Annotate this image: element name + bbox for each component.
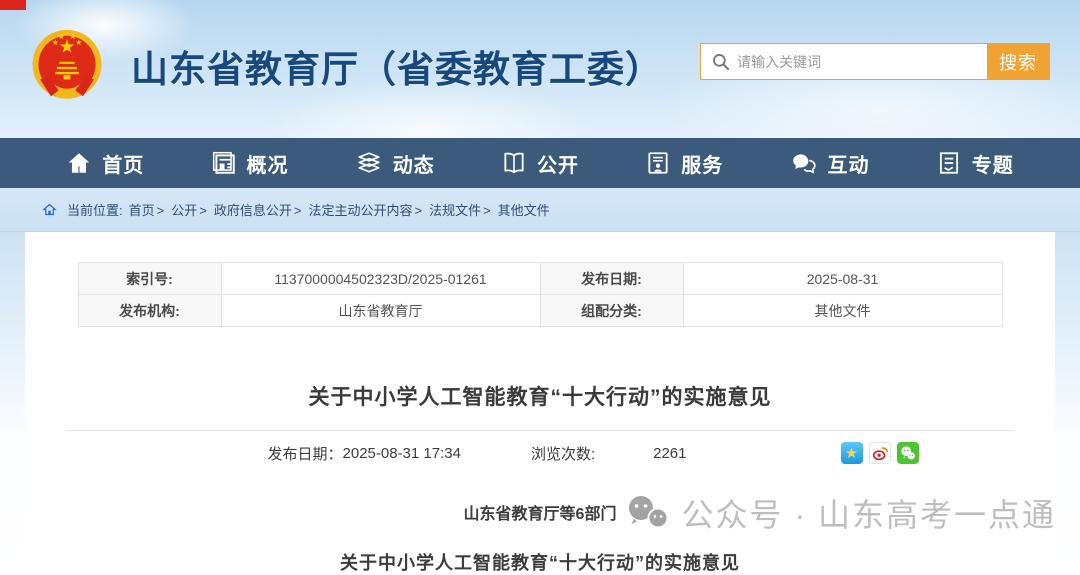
breadcrumb: 当前位置: 首页 公开 政府信息公开 法定主动公开内容 法规文件 其他文件 bbox=[0, 188, 1080, 232]
breadcrumb-item-home[interactable]: 首页 bbox=[129, 200, 172, 219]
site-title: 山东省教育厅（省委教育工委） bbox=[131, 39, 663, 93]
table-row: 索引号: 1137000004502323D/2025-01261 发布日期: … bbox=[78, 263, 1002, 295]
site-brand: 山东省教育厅（省委教育工委） bbox=[25, 24, 663, 108]
news-icon bbox=[355, 150, 383, 176]
content-area: 索引号: 1137000004502323D/2025-01261 发布日期: … bbox=[0, 232, 1080, 570]
breadcrumb-item-other-docs[interactable]: 其他文件 bbox=[498, 200, 550, 219]
search-icon bbox=[711, 52, 731, 72]
table-row: 发布机构: 山东省教育厅 组配分类: 其他文件 bbox=[78, 295, 1002, 327]
nav-item-label: 动态 bbox=[393, 149, 435, 178]
category-label: 组配分类: bbox=[540, 295, 683, 327]
interaction-icon bbox=[790, 150, 818, 176]
nav-item-home[interactable]: 首页 bbox=[66, 149, 144, 178]
search-input[interactable] bbox=[701, 44, 987, 79]
breadcrumb-home-icon[interactable] bbox=[42, 202, 57, 217]
meta-publish-value: 2025-08-31 17:34 bbox=[343, 445, 461, 462]
corner-red-ribbon bbox=[0, 0, 26, 10]
nav-item-label: 互动 bbox=[828, 149, 870, 178]
article-body-line-agency: 山东省教育厅等6部门 bbox=[25, 500, 1055, 524]
nav-item-services[interactable]: 服务 bbox=[645, 149, 723, 178]
article-meta: 发布日期： 2025-08-31 17:34 浏览次数: 2261 ★ bbox=[78, 442, 1003, 464]
nav-item-disclosure[interactable]: 公开 bbox=[501, 149, 579, 178]
breadcrumb-item-disclosure[interactable]: 公开 bbox=[171, 200, 214, 219]
breadcrumb-item-statutory[interactable]: 法定主动公开内容 bbox=[308, 200, 429, 219]
nav-item-label: 服务 bbox=[681, 149, 723, 178]
issuing-agency-value: 山东省教育厅 bbox=[221, 295, 540, 327]
nav-item-interaction[interactable]: 互动 bbox=[790, 149, 870, 178]
nav-item-overview[interactable]: 概况 bbox=[211, 149, 289, 178]
nav-item-topics[interactable]: 专题 bbox=[936, 149, 1014, 178]
title-divider bbox=[65, 430, 1015, 431]
overview-icon bbox=[211, 150, 237, 176]
meta-views-label: 浏览次数: bbox=[531, 443, 595, 464]
breadcrumb-item-regulations[interactable]: 法规文件 bbox=[429, 200, 498, 219]
publish-date-value: 2025-08-31 bbox=[683, 263, 1002, 295]
main-navbar: 首页 概况 动态 公开 服务 bbox=[0, 138, 1080, 188]
nav-item-label: 专题 bbox=[972, 149, 1014, 178]
article-title: 关于中小学人工智能教育“十大行动”的实施意见 bbox=[25, 381, 1055, 411]
services-icon bbox=[645, 150, 671, 176]
breadcrumb-prefix: 当前位置: bbox=[67, 200, 123, 219]
meta-publish-label: 发布日期： bbox=[268, 443, 343, 464]
index-number-value: 1137000004502323D/2025-01261 bbox=[221, 263, 540, 295]
search-button[interactable]: 搜索 bbox=[987, 44, 1049, 79]
weibo-share-icon[interactable] bbox=[869, 442, 891, 464]
home-icon bbox=[66, 150, 92, 176]
qzone-share-icon[interactable]: ★ bbox=[841, 442, 863, 464]
index-number-label: 索引号: bbox=[78, 263, 221, 295]
publish-date-label: 发布日期: bbox=[540, 263, 683, 295]
disclosure-icon bbox=[501, 150, 527, 176]
nav-item-label: 公开 bbox=[537, 149, 579, 178]
search-bar: 搜索 bbox=[700, 43, 1050, 80]
site-banner: 山东省教育厅（省委教育工委） 搜索 bbox=[0, 0, 1080, 138]
category-value: 其他文件 bbox=[683, 295, 1002, 327]
meta-views-value: 2261 bbox=[653, 445, 686, 462]
article-body-line-title: 关于中小学人工智能教育“十大行动”的实施意见 bbox=[25, 549, 1055, 575]
article-card: 索引号: 1137000004502323D/2025-01261 发布日期: … bbox=[25, 232, 1055, 570]
wechat-share-icon[interactable] bbox=[897, 442, 919, 464]
share-buttons: ★ bbox=[841, 442, 919, 464]
nav-item-news[interactable]: 动态 bbox=[355, 149, 435, 178]
national-emblem-logo bbox=[25, 24, 109, 108]
breadcrumb-item-gov-info[interactable]: 政府信息公开 bbox=[214, 200, 309, 219]
nav-item-label: 首页 bbox=[102, 149, 144, 178]
topics-icon bbox=[936, 150, 962, 176]
doc-info-table: 索引号: 1137000004502323D/2025-01261 发布日期: … bbox=[78, 262, 1003, 327]
nav-item-label: 概况 bbox=[247, 149, 289, 178]
issuing-agency-label: 发布机构: bbox=[78, 295, 221, 327]
